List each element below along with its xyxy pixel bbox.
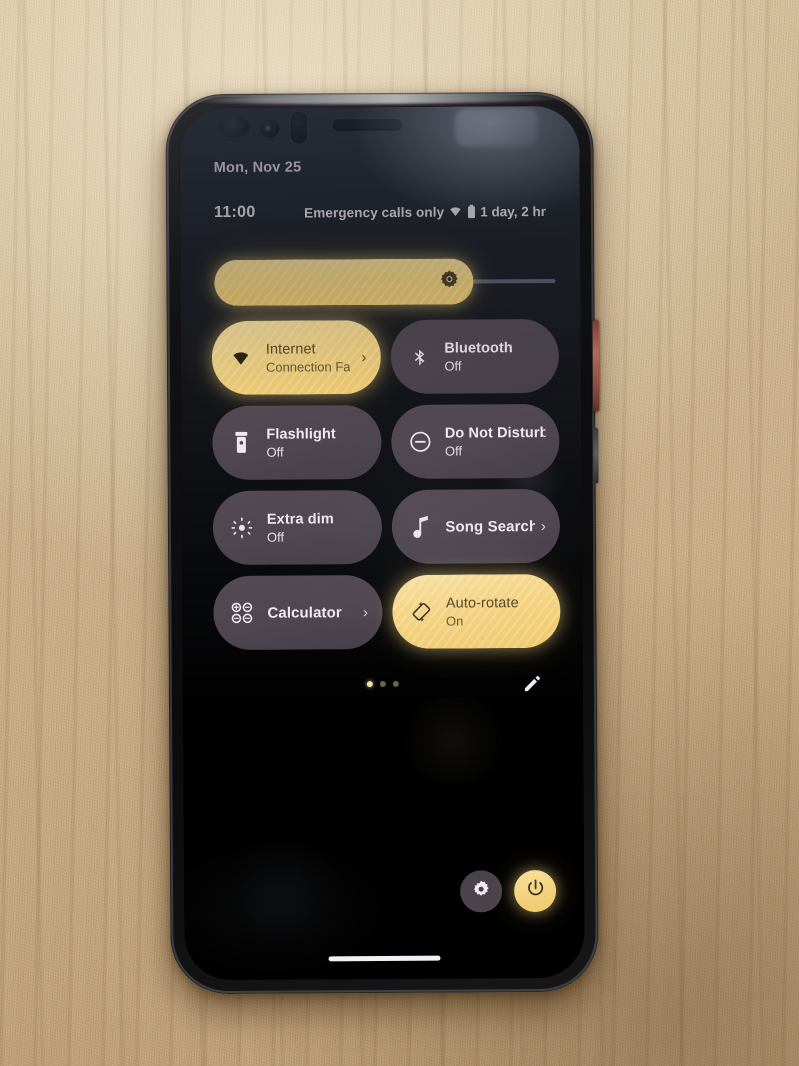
auto-rotate-icon [408,599,434,625]
brightness-slider[interactable] [214,258,556,307]
tile-song-search-title: Song Search [445,517,535,536]
calculator-icon [229,600,255,626]
settings-button[interactable] [460,870,503,913]
tile-extra-dim-subtitle: Off [266,529,285,545]
brightness-fill[interactable] [214,258,474,307]
front-camera-icon [219,115,250,138]
chevron-right-icon[interactable]: › [363,604,368,621]
battery-icon [467,204,476,219]
status-date: Mon, Nov 25 [213,159,302,177]
volume-side-button[interactable] [593,427,599,484]
do-not-disturb-icon [407,429,433,455]
tile-extra-dim-text: Extra dim Off [266,510,368,545]
tile-do-not-disturb-title: Do Not Disturb [444,424,546,442]
tile-do-not-disturb-text: Do Not Disturb Off [445,425,546,459]
screen-reflection [455,108,538,147]
sensor-dot-icon [265,125,271,131]
flashlight-icon [228,430,254,456]
earpiece-speaker-icon [331,117,404,133]
glass-bloom [203,839,365,941]
tile-flashlight[interactable]: Flashlight Off [212,405,382,481]
tile-calculator-text: Calculator [267,603,357,622]
phone-top-highlight [190,92,568,106]
page-indicator[interactable] [366,680,399,688]
tile-auto-rotate-text: Auto-rotate On [446,594,547,628]
phone-device: Mon, Nov 25 11:00 Emergency calls only 1… [165,91,600,995]
edit-tiles-button[interactable] [519,671,545,697]
ir-sensor-icon [289,110,309,145]
gear-icon [471,879,491,904]
tile-do-not-disturb-subtitle: Off [444,443,463,459]
battery-estimate-label: 1 day, 2 hr [480,203,547,219]
status-bar: Mon, Nov 25 11:00 Emergency calls only 1… [180,158,580,222]
status-row: 11:00 Emergency calls only 1 day, 2 hr [180,202,580,222]
tile-song-search[interactable]: Song Search › [391,488,561,564]
bluetooth-icon [406,344,432,370]
status-clock: 11:00 [213,203,256,222]
power-icon [525,878,546,904]
tile-calculator[interactable]: Calculator › [213,575,383,651]
tile-internet-subtitle: Connection Fa [265,358,351,375]
tile-internet-title: Internet [265,340,316,358]
tile-flashlight-title: Flashlight [266,425,336,443]
page-dot-1[interactable] [366,681,373,688]
status-indicators: Emergency calls only 1 day, 2 hr [304,203,546,219]
page-dot-2[interactable] [379,680,386,688]
brightness-icon [439,269,459,294]
tile-bluetooth-text: Bluetooth Off [444,339,545,374]
tile-calculator-title: Calculator [267,603,342,622]
tile-bluetooth[interactable]: Bluetooth Off [390,318,560,394]
tile-flashlight-subtitle: Off [266,444,284,460]
tile-flashlight-text: Flashlight Off [266,425,367,460]
tile-extra-dim[interactable]: Extra dim Off [212,490,382,566]
wifi-icon [448,205,463,217]
tile-do-not-disturb[interactable]: Do Not Disturb Off [390,403,560,479]
tile-auto-rotate-title: Auto-rotate [445,594,519,612]
tile-song-search-text: Song Search [445,518,535,536]
power-side-button[interactable] [592,319,600,412]
chevron-right-icon[interactable]: › [541,517,546,534]
quick-settings-tile-grid: Internet Connection Fa › Bluetooth Off F… [211,318,561,651]
wifi-icon [228,345,254,371]
tile-auto-rotate[interactable]: Auto-rotate On [391,573,561,649]
tile-internet[interactable]: Internet Connection Fa › [211,320,381,396]
tile-bluetooth-title: Bluetooth [444,339,513,357]
extra-dim-icon [229,515,255,541]
quick-settings-footer [183,671,583,703]
gesture-navigation-bar[interactable] [328,955,441,962]
page-dot-3[interactable] [392,680,399,687]
tile-internet-text: Internet Connection Fa [265,340,356,375]
tile-auto-rotate-subtitle: On [445,613,464,629]
music-note-icon [407,514,433,540]
tile-bluetooth-subtitle: Off [444,358,462,374]
phone-photo-scene: Mon, Nov 25 11:00 Emergency calls only 1… [0,0,799,1066]
phone-screen: Mon, Nov 25 11:00 Emergency calls only 1… [179,105,585,981]
power-button[interactable] [514,869,557,913]
tile-extra-dim-title: Extra dim [266,510,334,528]
quick-settings-actions [460,869,557,913]
carrier-label: Emergency calls only [304,204,445,220]
chevron-right-icon[interactable]: › [361,349,366,366]
